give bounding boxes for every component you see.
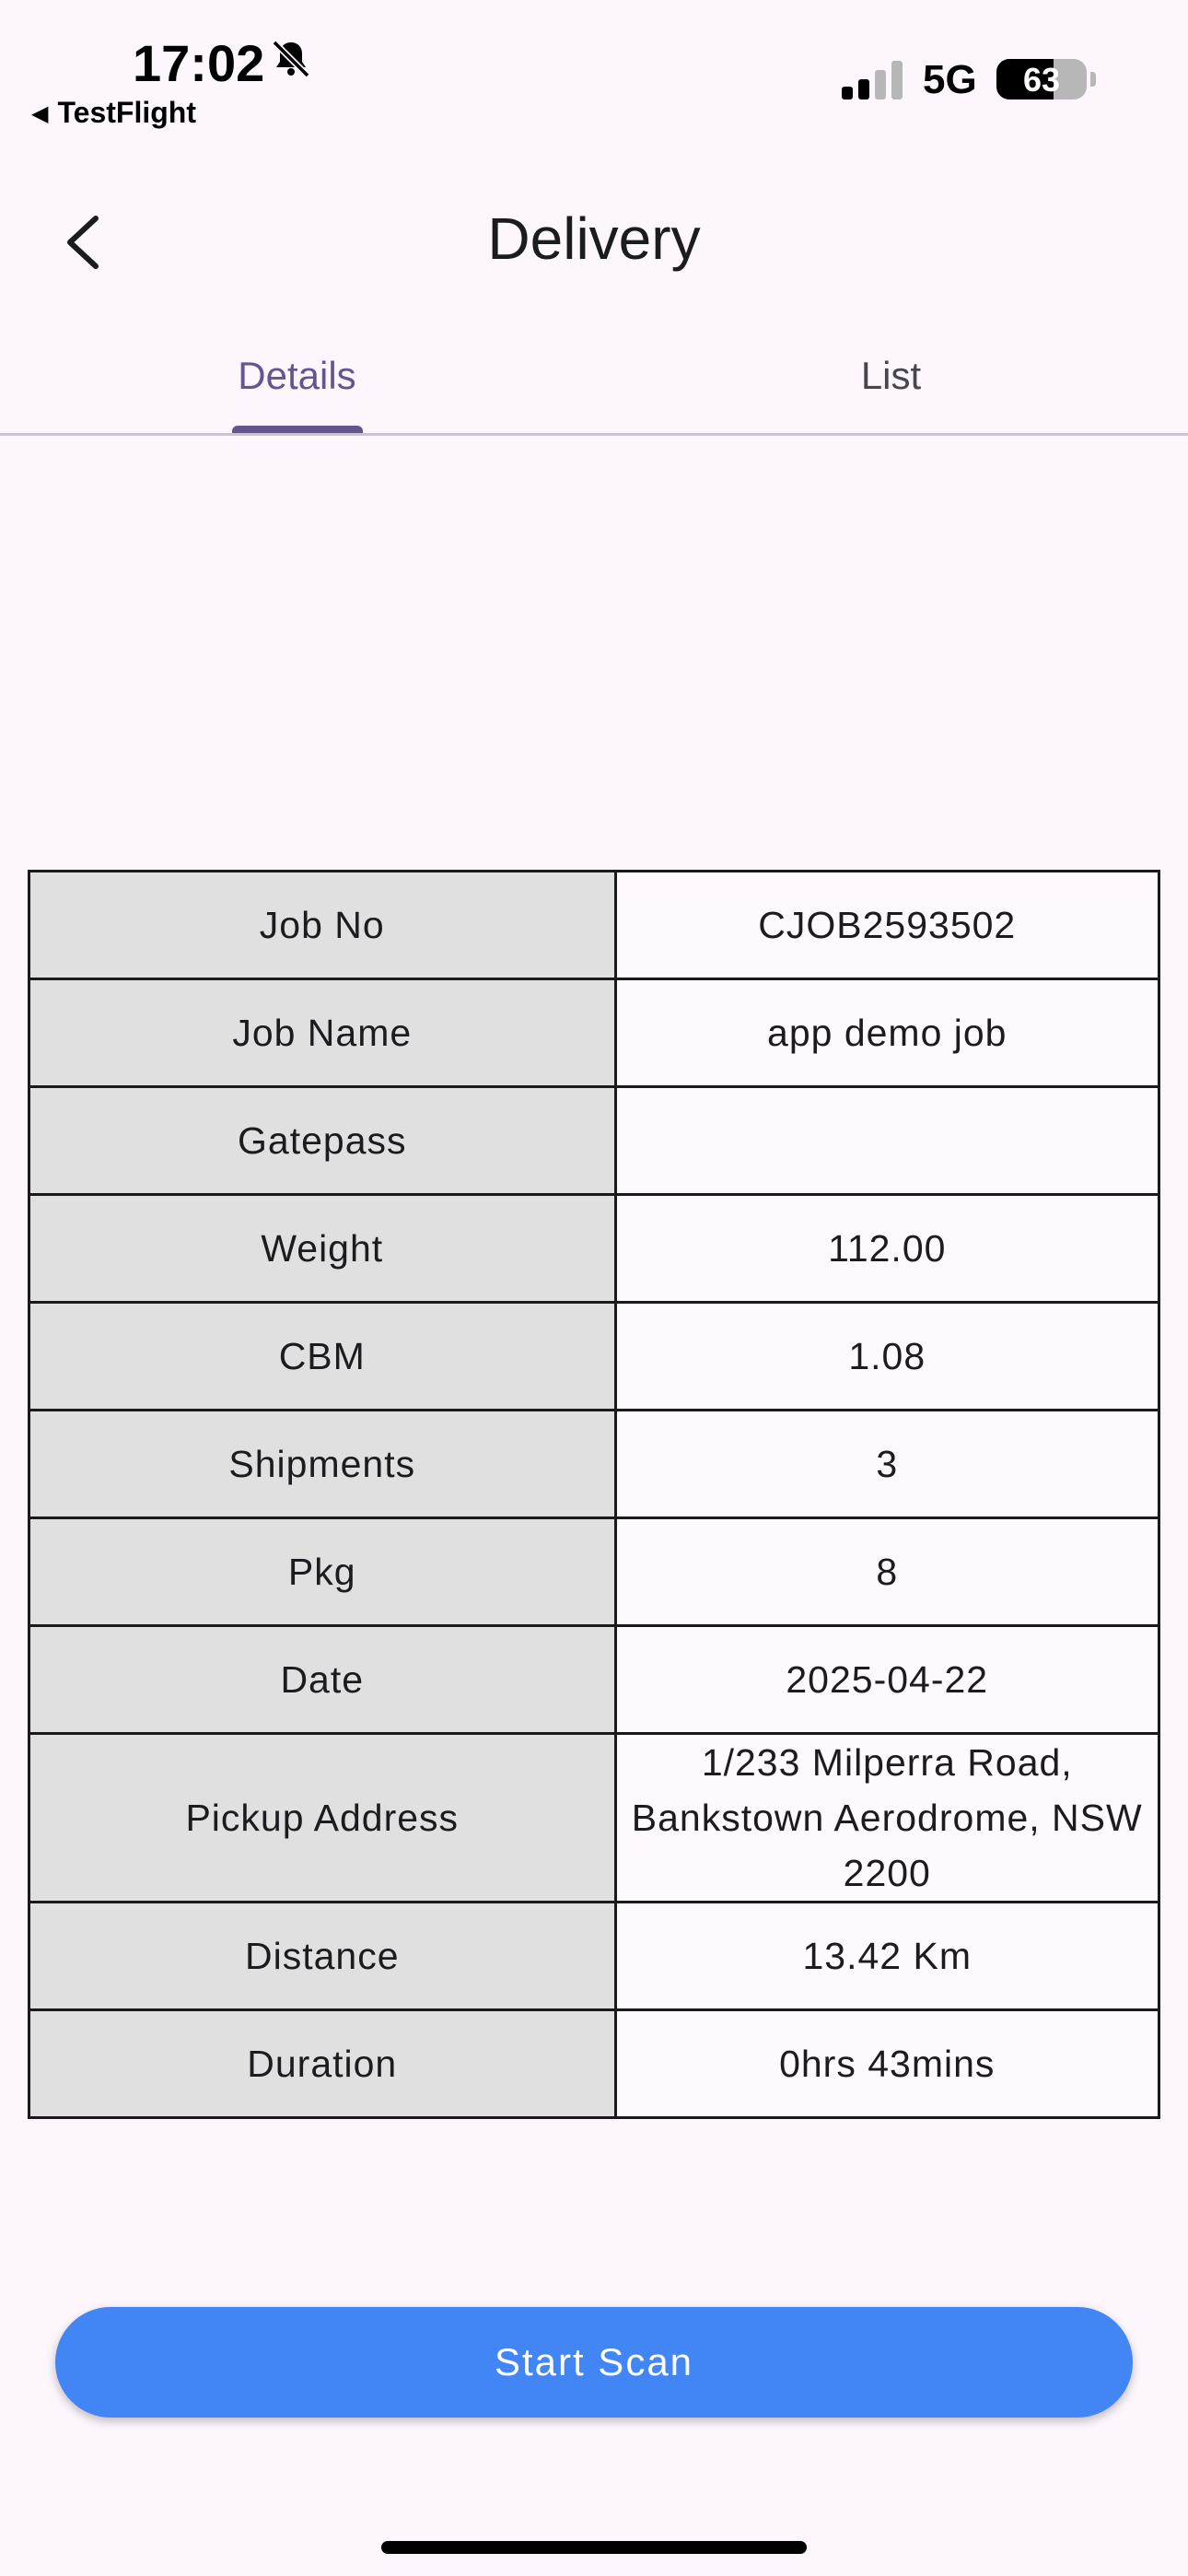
row-value-pkg: 8 bbox=[613, 1516, 1160, 1627]
row-label-job-no: Job No bbox=[28, 870, 617, 980]
row-label-weight: Weight bbox=[28, 1193, 617, 1304]
network-type: 5G bbox=[923, 57, 977, 102]
row-value-weight: 112.00 bbox=[613, 1193, 1160, 1304]
table-row: Job Name app demo job bbox=[28, 978, 1160, 1088]
row-label-cbm: CBM bbox=[28, 1301, 617, 1411]
row-label-gatepass: Gatepass bbox=[28, 1085, 617, 1196]
row-value-pickup-address: 1/233 Milperra Road, Bankstown Aerodrome… bbox=[613, 1732, 1160, 1903]
row-label-date: Date bbox=[28, 1624, 617, 1735]
start-scan-button[interactable]: Start Scan bbox=[55, 2307, 1133, 2418]
row-value-distance: 13.42 Km bbox=[613, 1901, 1160, 2011]
battery-percent: 63 bbox=[1022, 61, 1061, 99]
tabs-divider bbox=[0, 433, 1188, 436]
tab-details[interactable]: Details bbox=[0, 332, 594, 433]
row-label-pickup-address: Pickup Address bbox=[28, 1732, 617, 1903]
table-row: Pkg 8 bbox=[28, 1516, 1160, 1627]
table-row: Shipments 3 bbox=[28, 1409, 1160, 1519]
row-value-date: 2025-04-22 bbox=[613, 1624, 1160, 1735]
table-row: Duration 0hrs 43mins bbox=[28, 2008, 1160, 2119]
table-row: Gatepass bbox=[28, 1085, 1160, 1196]
back-app-label: TestFlight bbox=[57, 96, 196, 129]
tab-bar: Details List bbox=[0, 332, 1188, 435]
row-value-cbm: 1.08 bbox=[613, 1301, 1160, 1411]
table-row: Weight 112.00 bbox=[28, 1193, 1160, 1304]
row-value-shipments: 3 bbox=[613, 1409, 1160, 1519]
row-label-distance: Distance bbox=[28, 1901, 617, 2011]
table-row: Job No CJOB2593502 bbox=[28, 870, 1160, 980]
row-label-job-name: Job Name bbox=[28, 978, 617, 1088]
table-row: Date 2025-04-22 bbox=[28, 1624, 1160, 1735]
row-value-duration: 0hrs 43mins bbox=[613, 2008, 1160, 2119]
row-label-duration: Duration bbox=[28, 2008, 617, 2119]
status-bar: 17:02 ◀ TestFlight 5G 63 bbox=[0, 0, 1188, 138]
row-value-gatepass bbox=[613, 1085, 1160, 1196]
row-value-job-name: app demo job bbox=[613, 978, 1160, 1088]
home-indicator[interactable] bbox=[381, 2541, 807, 2554]
status-time: 17:02 bbox=[133, 34, 265, 92]
battery-icon: 63 bbox=[996, 59, 1087, 100]
battery-cap bbox=[1090, 72, 1096, 87]
table-row: Pickup Address 1/233 Milperra Road, Bank… bbox=[28, 1732, 1160, 1903]
back-to-app-link[interactable]: ◀ TestFlight bbox=[31, 96, 196, 130]
back-triangle-icon: ◀ bbox=[31, 101, 49, 126]
page-title: Delivery bbox=[487, 205, 701, 272]
row-value-job-no: CJOB2593502 bbox=[613, 870, 1160, 980]
row-label-shipments: Shipments bbox=[28, 1409, 617, 1519]
signal-bars-icon bbox=[842, 61, 903, 100]
table-row: CBM 1.08 bbox=[28, 1301, 1160, 1411]
table-row: Distance 13.42 Km bbox=[28, 1901, 1160, 2011]
row-label-pkg: Pkg bbox=[28, 1516, 617, 1627]
details-table: Job No CJOB2593502 Job Name app demo job… bbox=[28, 870, 1160, 2119]
tab-list[interactable]: List bbox=[594, 332, 1188, 433]
bell-slash-icon bbox=[272, 40, 310, 78]
